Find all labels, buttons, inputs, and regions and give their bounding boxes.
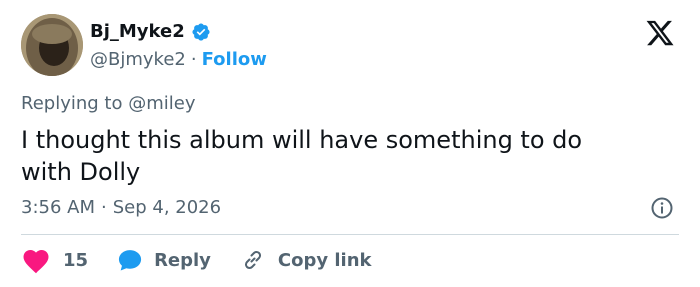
tweet-date: Sep 4, 2026 bbox=[112, 197, 222, 218]
replying-prefix: Replying to bbox=[21, 93, 123, 114]
reply-label: Reply bbox=[154, 249, 211, 271]
heart-icon bbox=[21, 246, 51, 274]
info-icon[interactable] bbox=[650, 196, 674, 220]
tweet-timestamp[interactable]: 3:56 AM · Sep 4, 2026 bbox=[21, 196, 221, 220]
copy-link-button[interactable]: Copy link bbox=[241, 248, 372, 272]
tweet-time: 3:56 AM bbox=[21, 197, 95, 218]
replying-handle-link[interactable]: @miley bbox=[128, 93, 195, 114]
handle-row: @Bjmyke2 · Follow bbox=[90, 48, 267, 72]
tweet-actions: 15 Reply Copy link bbox=[21, 246, 372, 274]
follow-button[interactable]: Follow bbox=[202, 48, 267, 72]
user-handle[interactable]: @Bjmyke2 bbox=[90, 48, 186, 72]
copy-link-label: Copy link bbox=[277, 249, 372, 271]
speech-bubble-icon bbox=[116, 246, 144, 274]
display-name[interactable]: Bj_Myke2 bbox=[90, 20, 185, 44]
tweet-text: I thought this album will have something… bbox=[21, 126, 583, 186]
verified-badge-icon bbox=[191, 22, 211, 42]
author-name-row: Bj_Myke2 bbox=[90, 20, 211, 44]
reply-button[interactable]: Reply bbox=[116, 246, 211, 274]
separator-dot: · bbox=[101, 197, 107, 218]
replying-to-line: Replying to @miley bbox=[21, 92, 195, 116]
like-count: 15 bbox=[63, 249, 89, 271]
x-logo-icon[interactable] bbox=[644, 18, 676, 48]
avatar[interactable] bbox=[21, 14, 83, 76]
link-icon bbox=[241, 248, 265, 272]
like-button[interactable]: 15 bbox=[21, 246, 88, 274]
divider bbox=[21, 234, 679, 235]
separator-dot: · bbox=[190, 49, 197, 70]
